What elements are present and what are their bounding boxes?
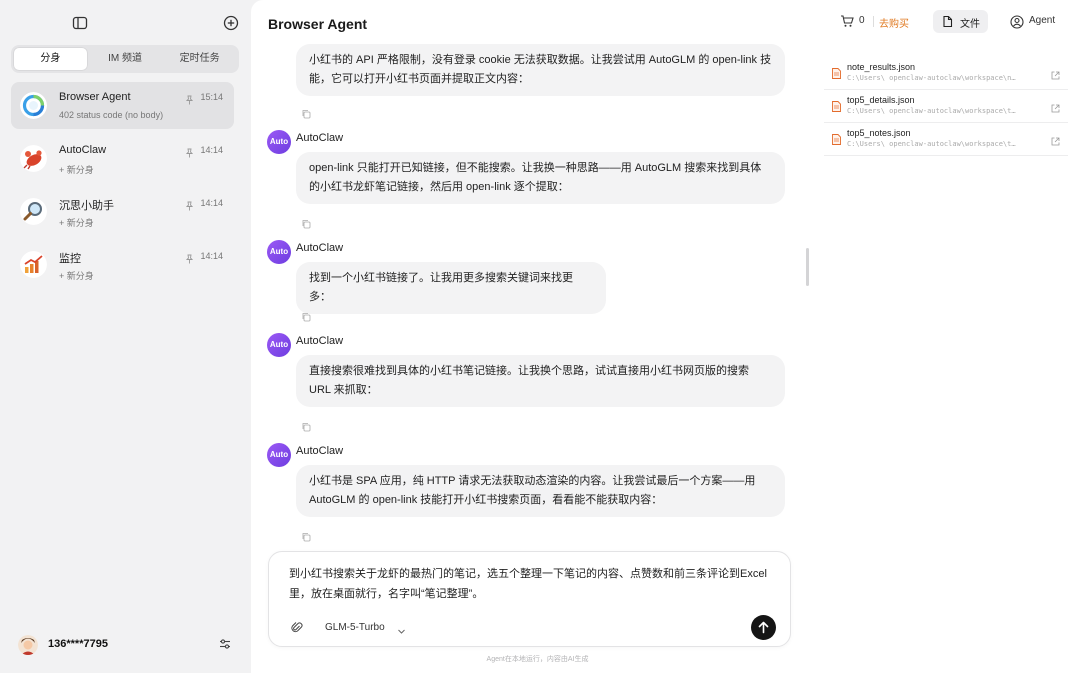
lobster-icon bbox=[20, 145, 47, 172]
file-panel: note_results.json C:\Users\ openclaw-aut… bbox=[824, 57, 1068, 156]
agent-item-browser-agent[interactable]: Browser Agent 402 status code (no body) … bbox=[11, 82, 234, 129]
pin-icon[interactable] bbox=[185, 198, 194, 211]
pin-icon[interactable] bbox=[185, 251, 194, 264]
buy-link[interactable]: 去购买 bbox=[879, 15, 909, 30]
agent-item-thinking-assistant[interactable]: 沉思小助手 + 新分身 14:14 bbox=[11, 188, 234, 235]
tab-im-channel[interactable]: IM 频道 bbox=[88, 47, 163, 71]
agent-time: 15:14 bbox=[200, 92, 223, 102]
file-item[interactable]: top5_details.json C:\Users\ openclaw-aut… bbox=[824, 90, 1068, 123]
open-external-icon[interactable] bbox=[1051, 133, 1060, 146]
file-icon bbox=[941, 15, 954, 28]
file-item[interactable]: top5_notes.json C:\Users\ openclaw-autoc… bbox=[824, 123, 1068, 156]
sender-name: AutoClaw bbox=[296, 335, 344, 347]
json-file-icon bbox=[832, 66, 841, 79]
sidebar-toolbar bbox=[0, 14, 250, 34]
chart-icon bbox=[20, 251, 47, 278]
model-selector[interactable]: GLM-5-Turbo bbox=[325, 622, 385, 633]
assistant-message: 直接搜索很难找到具体的小红书笔记链接。让我换个思路，试试直接用小红书网页版的搜索… bbox=[296, 355, 785, 407]
agent-list: Browser Agent 402 status code (no body) … bbox=[11, 82, 234, 294]
open-external-icon[interactable] bbox=[1051, 100, 1060, 113]
file-path: C:\Users\ openclaw-autoclaw\workspace\n… bbox=[847, 74, 1016, 82]
file-name: top5_notes.json bbox=[847, 128, 911, 138]
pin-icon[interactable] bbox=[185, 145, 194, 158]
copy-icon[interactable] bbox=[301, 419, 311, 432]
settings-sliders-icon[interactable] bbox=[218, 637, 232, 651]
new-chat-icon[interactable] bbox=[222, 14, 240, 32]
json-file-icon bbox=[832, 99, 841, 112]
user-bar: 136****7795 bbox=[18, 634, 232, 656]
copy-icon[interactable] bbox=[301, 529, 311, 542]
agent-name: Browser Agent bbox=[59, 91, 131, 103]
divider bbox=[873, 16, 874, 27]
file-item[interactable]: note_results.json C:\Users\ openclaw-aut… bbox=[824, 57, 1068, 90]
assistant-message: 小红书的 API 严格限制，没有登录 cookie 无法获取数据。让我尝试用 A… bbox=[296, 44, 785, 96]
paperclip-icon[interactable] bbox=[291, 620, 303, 634]
agent-time: 14:14 bbox=[200, 251, 223, 261]
files-label: 文件 bbox=[960, 19, 980, 30]
agent-button[interactable]: Agent bbox=[1010, 10, 1070, 33]
message-input[interactable]: 到小红书搜索关于龙虾的最热门的笔记，选五个整理一下笔记的内容、点赞数和前三条评论… bbox=[289, 564, 777, 604]
file-name: note_results.json bbox=[847, 62, 916, 72]
agent-item-autoclaw[interactable]: AutoClaw + 新分身 14:14 bbox=[11, 135, 234, 182]
agent-name: 监控 bbox=[59, 253, 81, 265]
tab-scheduled-tasks[interactable]: 定时任务 bbox=[162, 47, 237, 71]
assistant-message: open-link 只能打开已知链接，但不能搜索。让我换一种思路——用 Auto… bbox=[296, 152, 785, 204]
magnifier-icon bbox=[20, 198, 47, 225]
copy-icon[interactable] bbox=[301, 106, 311, 119]
page-title: Browser Agent bbox=[268, 16, 368, 32]
agent-status: 402 status code (no body) bbox=[59, 110, 164, 120]
main-panel: Browser Agent 0 去购买 文件 Agent note_result… bbox=[251, 0, 1080, 673]
new-clone-link[interactable]: + 新分身 bbox=[59, 269, 94, 282]
user-name: 136****7795 bbox=[48, 638, 108, 650]
files-button[interactable]: 文件 bbox=[933, 10, 988, 33]
sidebar-tabs: 分身 IM 频道 定时任务 bbox=[11, 45, 239, 73]
sender-name: AutoClaw bbox=[296, 132, 344, 144]
sender-avatar: Auto bbox=[267, 130, 291, 154]
copy-icon[interactable] bbox=[301, 216, 311, 229]
sender-avatar: Auto bbox=[267, 443, 291, 467]
open-external-icon[interactable] bbox=[1051, 67, 1060, 80]
assistant-message: 小红书是 SPA 应用，纯 HTTP 请求无法获取动态渲染的内容。让我尝试最后一… bbox=[296, 465, 785, 517]
sender-avatar: Auto bbox=[267, 240, 291, 264]
chat-messages[interactable]: 小红书的 API 严格限制，没有登录 cookie 无法获取数据。让我尝试用 A… bbox=[251, 38, 811, 548]
agent-time: 14:14 bbox=[200, 198, 223, 208]
sender-name: AutoClaw bbox=[296, 242, 344, 254]
tab-clones[interactable]: 分身 bbox=[13, 47, 88, 71]
agent-item-monitor[interactable]: 监控 + 新分身 14:14 bbox=[11, 241, 234, 288]
cart-count: 0 bbox=[859, 15, 865, 26]
cart-icon[interactable] bbox=[840, 14, 854, 28]
arrow-up-icon bbox=[758, 621, 769, 634]
file-path: C:\Users\ openclaw-autoclaw\workspace\t… bbox=[847, 140, 1016, 148]
file-name: top5_details.json bbox=[847, 95, 915, 105]
new-clone-link[interactable]: + 新分身 bbox=[59, 216, 94, 229]
user-avatar[interactable] bbox=[18, 635, 38, 655]
send-button[interactable] bbox=[751, 615, 776, 640]
agent-profile-icon bbox=[1010, 15, 1024, 29]
chevron-down-icon[interactable] bbox=[397, 623, 406, 634]
sender-name: AutoClaw bbox=[296, 445, 344, 457]
agent-name: AutoClaw bbox=[59, 144, 107, 156]
file-path: C:\Users\ openclaw-autoclaw\workspace\t… bbox=[847, 107, 1016, 115]
agent-label: Agent bbox=[1029, 15, 1056, 26]
footer-disclaimer: Agent在本地运行，内容由AI生成 bbox=[486, 656, 589, 663]
browser-agent-logo-icon bbox=[20, 92, 47, 119]
json-file-icon bbox=[832, 132, 841, 145]
agent-time: 14:14 bbox=[200, 145, 223, 155]
toggle-sidebar-icon[interactable] bbox=[71, 14, 89, 32]
copy-icon[interactable] bbox=[301, 309, 311, 322]
pin-icon[interactable] bbox=[185, 92, 194, 105]
new-clone-link[interactable]: + 新分身 bbox=[59, 163, 94, 176]
sender-avatar: Auto bbox=[267, 333, 291, 357]
sidebar: 分身 IM 频道 定时任务 Browser Agent 402 status c… bbox=[0, 0, 250, 673]
agent-name: 沉思小助手 bbox=[59, 200, 114, 212]
assistant-message: 找到一个小红书链接了。让我用更多搜索关键词来找更多： bbox=[296, 262, 606, 314]
chat-scrollbar[interactable] bbox=[806, 248, 809, 286]
message-composer: 到小红书搜索关于龙虾的最热门的笔记，选五个整理一下笔记的内容、点赞数和前三条评论… bbox=[268, 551, 791, 647]
